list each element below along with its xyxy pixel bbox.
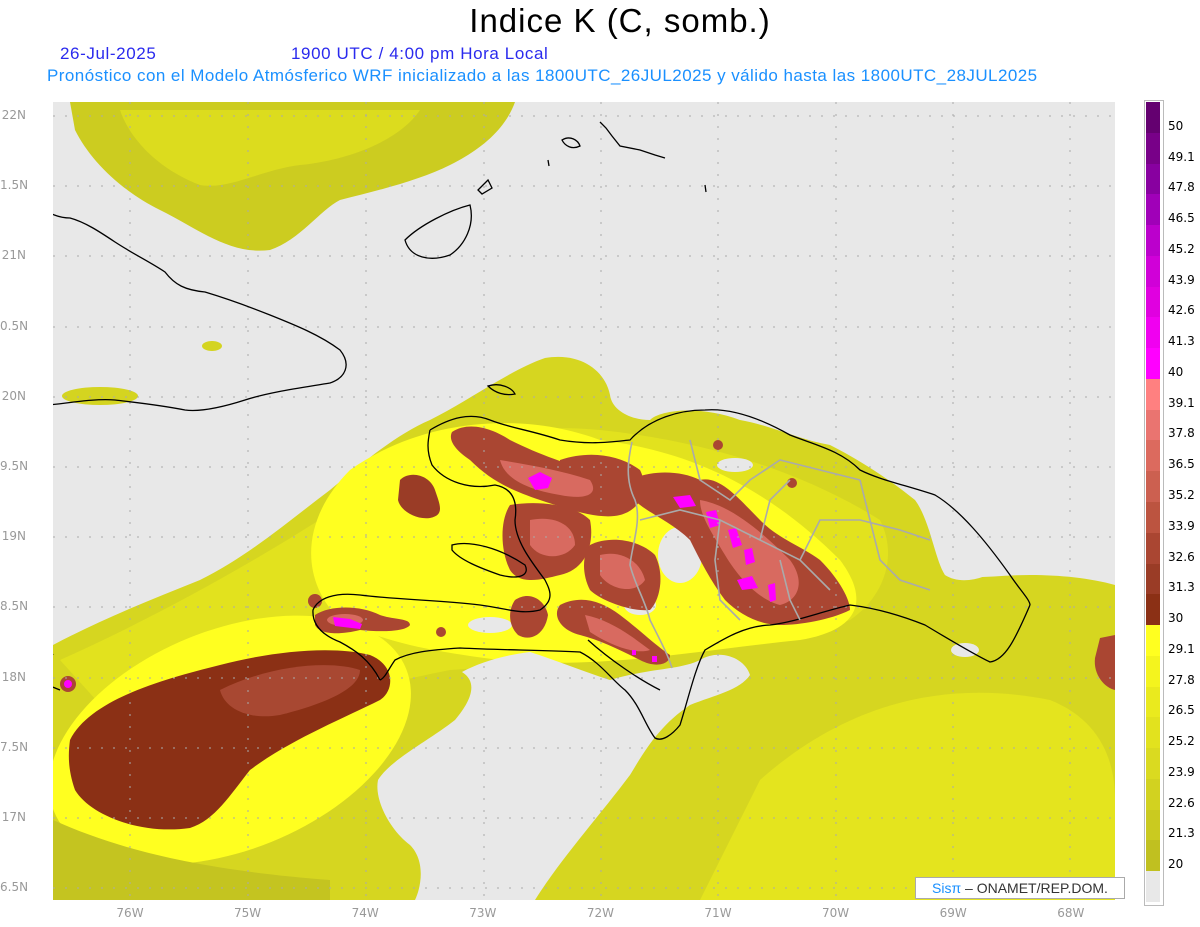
- colorbar-swatch: [1146, 778, 1160, 811]
- colorbar-swatch: [1146, 686, 1160, 718]
- colorbar-swatch: [1146, 532, 1160, 565]
- lat-label: 1.5N: [0, 178, 29, 193]
- lat-label: 20N: [1, 388, 26, 403]
- lon-label: 71W: [704, 906, 732, 920]
- lat-label: 18N: [1, 669, 26, 684]
- colorbar-swatch: [1146, 348, 1160, 380]
- colorbar-swatch: [1146, 563, 1160, 595]
- lat-label: 9.5N: [0, 459, 29, 473]
- lat-label: 19N: [1, 529, 26, 544]
- colorbar-swatch: [1146, 194, 1160, 226]
- colorbar-swatch: [1146, 717, 1160, 749]
- credit-box: Sisπ – ONAMET/REP.DOM.: [915, 877, 1125, 899]
- colorbar-label: 39.1: [1168, 395, 1195, 410]
- lon-label: 69W: [939, 906, 967, 920]
- lon-label: 72W: [586, 906, 614, 920]
- colorbar-swatch: [1146, 378, 1160, 411]
- colorbar-label: 26.5: [1168, 703, 1195, 718]
- colorbar-swatch: [1146, 594, 1160, 626]
- lat-label: 8.5N: [0, 599, 29, 614]
- colorbar-label: 42.6: [1168, 303, 1195, 318]
- lon-label: 74W: [351, 906, 379, 920]
- colorbar-swatch: [1146, 809, 1160, 841]
- colorbar-swatch: [1146, 102, 1160, 134]
- lat-label: 22N: [1, 108, 26, 122]
- colorbar-swatch: [1146, 317, 1160, 349]
- lon-label: 75W: [234, 906, 262, 920]
- colorbar-label: 30: [1168, 611, 1184, 626]
- lat-label: 17N: [1, 810, 26, 824]
- colorbar-label: 35.2: [1168, 488, 1195, 502]
- colorbar-label: 47.8: [1168, 180, 1195, 195]
- lon-label: 70W: [822, 906, 850, 920]
- colorbar-label: 21.3: [1168, 826, 1195, 841]
- lat-label: 0.5N: [0, 318, 29, 333]
- lon-label: 68W: [1057, 906, 1085, 920]
- colorbar-label: 33.9: [1168, 518, 1195, 533]
- lon-label: 73W: [469, 906, 497, 920]
- colorbar-swatch: [1146, 840, 1160, 872]
- colorbar-swatch: [1146, 132, 1160, 165]
- colorbar-label: 41.3: [1168, 334, 1195, 349]
- colorbar-label: 45.2: [1168, 241, 1195, 256]
- colorbar-label: 25.2: [1168, 734, 1195, 749]
- colorbar-label: 40: [1168, 364, 1184, 379]
- lat-label: 6.5N: [0, 880, 29, 895]
- colorbar-label: 31.3: [1168, 580, 1195, 595]
- colorbar-label: 49.1: [1168, 149, 1195, 164]
- colorbar-swatch: [1146, 163, 1160, 195]
- colorbar-label: 20: [1168, 857, 1184, 872]
- colorbar-label: 32.6: [1168, 549, 1195, 564]
- colorbar-swatch: [1146, 286, 1160, 318]
- lat-label: 7.5N: [0, 739, 29, 754]
- colorbar-swatch: [1146, 748, 1160, 780]
- colorbar-swatch: [1146, 255, 1160, 288]
- colorbar-label: 36.5: [1168, 457, 1195, 472]
- colorbar-swatch: [1146, 471, 1160, 503]
- colorbar-label: 37.8: [1168, 426, 1195, 441]
- colorbar-swatch: [1146, 625, 1160, 657]
- colorbar-label: 27.8: [1168, 672, 1195, 687]
- colorbar-swatch: [1146, 409, 1160, 441]
- lat-label: 21N: [1, 248, 26, 263]
- colorbar-swatch: [1146, 502, 1160, 534]
- colorbar-label: 23.9: [1168, 764, 1195, 779]
- colorbar-swatch: [1146, 225, 1160, 257]
- colorbar-swatch: [1146, 871, 1160, 903]
- colorbar-swatch: [1146, 655, 1160, 688]
- colorbar-label: 46.5: [1168, 211, 1195, 226]
- credit-brand: Sisπ: [932, 880, 962, 896]
- colorbar-label: 22.6: [1168, 795, 1195, 810]
- credit-text: – ONAMET/REP.DOM.: [961, 880, 1108, 896]
- lon-label: 76W: [116, 906, 144, 920]
- colorbar-label: 43.9: [1168, 272, 1195, 287]
- k-index-map: [53, 102, 1115, 900]
- colorbar-label: 29.1: [1168, 641, 1195, 656]
- colorbar-swatch: [1146, 440, 1160, 472]
- colorbar-label: 50: [1168, 118, 1184, 133]
